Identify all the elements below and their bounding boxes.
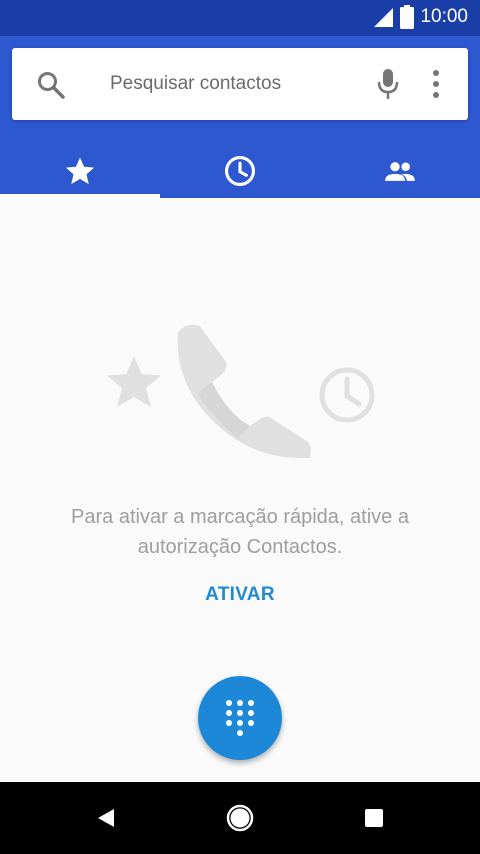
status-icons: 10:00 xyxy=(372,5,468,29)
empty-state-illustration xyxy=(107,324,375,458)
status-bar: 10:00 xyxy=(0,0,480,36)
mic-icon[interactable] xyxy=(376,68,400,100)
app-bar: Pesquisar contactos xyxy=(0,36,480,198)
tab-recents[interactable] xyxy=(160,144,320,198)
more-vert-icon[interactable] xyxy=(424,68,448,100)
search-bar[interactable]: Pesquisar contactos xyxy=(12,48,468,120)
phone-icon xyxy=(177,324,311,458)
search-placeholder[interactable]: Pesquisar contactos xyxy=(110,73,281,95)
tab-favorites[interactable] xyxy=(0,144,160,198)
clock-icon xyxy=(319,367,375,423)
people-icon xyxy=(385,162,415,181)
tab-contacts[interactable] xyxy=(320,144,480,198)
battery-icon xyxy=(400,5,415,29)
activate-button[interactable]: ATIVAR xyxy=(190,584,290,614)
dialpad-icon xyxy=(226,700,254,736)
navigation-bar xyxy=(0,782,480,854)
home-icon xyxy=(226,804,254,832)
search-icon[interactable] xyxy=(36,70,66,100)
back-button[interactable] xyxy=(88,800,124,836)
home-button[interactable] xyxy=(222,800,258,836)
star-icon xyxy=(107,356,161,407)
clock-icon xyxy=(224,155,256,187)
status-time: 10:00 xyxy=(420,6,468,27)
empty-state-message: Para ativar a marcação rápida, ative a a… xyxy=(71,506,409,558)
back-icon xyxy=(98,809,114,827)
signal-icon xyxy=(374,8,394,27)
star-icon xyxy=(65,157,95,185)
tab-bar xyxy=(0,144,480,198)
recents-button[interactable] xyxy=(356,800,392,836)
dialpad-fab[interactable] xyxy=(198,676,282,760)
recents-icon xyxy=(365,809,383,827)
